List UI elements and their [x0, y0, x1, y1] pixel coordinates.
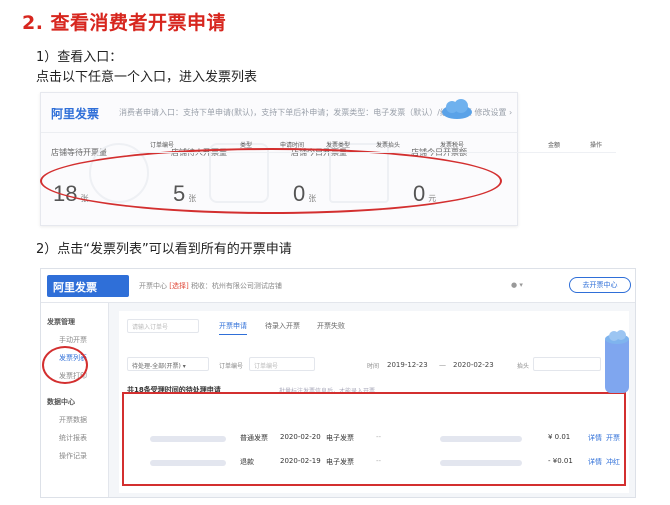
- column-header-actions: 操作: [590, 142, 603, 149]
- cloud-assistant-icon[interactable]: [440, 98, 474, 120]
- step1-description: 点击以下任意一个入口，进入发票列表: [36, 70, 258, 85]
- page-title: 2. 查看消费者开票申请: [22, 12, 227, 34]
- step2-title: 2）点击“发票列表”可以看到所有的开票申请: [36, 242, 292, 257]
- sidebar-item-log[interactable]: 操作记录: [59, 451, 87, 461]
- invoice-center-button[interactable]: 去开票中心: [569, 277, 631, 293]
- buyer-input[interactable]: [533, 357, 601, 371]
- table-divider: [130, 152, 616, 153]
- column-header-time[interactable]: 申请时间: [280, 140, 304, 149]
- search-input[interactable]: 请输入订单号: [127, 319, 199, 333]
- sidebar-group-invoice[interactable]: 发票管理: [47, 317, 75, 327]
- tab-pending[interactable]: 待录入开票: [265, 321, 300, 331]
- sidebar: 发票管理 手动开票 发票列表 发票打印 数据中心 开票数据 统计报表 操作记录: [41, 303, 109, 497]
- sidebar-item-report[interactable]: 统计报表: [59, 433, 87, 443]
- order-label: 订单编号: [219, 363, 244, 370]
- tab-failed[interactable]: 开票失败: [317, 321, 345, 331]
- step1-title: 1）查看入口：: [36, 50, 123, 65]
- column-header-invoice-type[interactable]: 发票类型: [326, 140, 350, 149]
- column-header-title: 发票抬头: [376, 142, 401, 149]
- order-input[interactable]: 订单编号: [249, 357, 315, 371]
- buyer-label: 抬头: [517, 363, 530, 370]
- breadcrumb: 开票中心 [选择] 税收：杭州有限公司测试店铺: [139, 282, 282, 290]
- date-end[interactable]: 2020-02-23: [453, 361, 494, 369]
- cloud-assistant-icon[interactable]: [604, 330, 630, 344]
- brand-logo[interactable]: 阿里发票: [47, 275, 129, 297]
- top-bar: 阿里发票 开票中心 [选择] 税收：杭州有限公司测试店铺 ● ▾ 去开票中心: [41, 269, 635, 303]
- user-account[interactable]: ● ▾: [511, 281, 523, 289]
- highlight-rect-table: [122, 392, 626, 486]
- brand-logo[interactable]: 阿里发票: [51, 105, 99, 122]
- sidebar-group-data[interactable]: 数据中心: [47, 397, 75, 407]
- column-header-tax-id: 发票税号: [440, 142, 465, 149]
- sidebar-item-manual[interactable]: 手动开票: [59, 335, 87, 345]
- sidebar-item-data[interactable]: 开票数据: [59, 415, 87, 425]
- column-header-order: 订单编号: [150, 142, 175, 149]
- tab-requests[interactable]: 开票申请: [219, 321, 247, 335]
- column-header-type[interactable]: 类型: [240, 140, 252, 149]
- status-select[interactable]: 待处理-全部(开票) ▾: [127, 357, 209, 371]
- date-start[interactable]: 2019-12-23: [387, 361, 428, 369]
- date-separator: —: [439, 361, 446, 369]
- highlight-ellipse-invoice-list: [42, 346, 88, 384]
- column-header-amount: 金额: [548, 142, 561, 149]
- time-label: 时间: [367, 363, 380, 370]
- highlight-ellipse-stats: [40, 148, 502, 214]
